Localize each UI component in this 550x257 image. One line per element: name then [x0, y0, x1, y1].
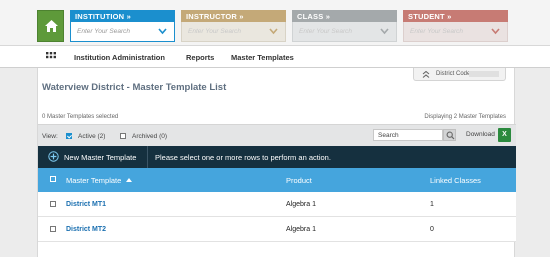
action-message: Please select one or more rows to perfor…: [155, 153, 331, 162]
top-bar: INSTITUTION » Enter Your Search INSTRUCT…: [0, 0, 550, 46]
chevron-down-icon[interactable]: [269, 27, 278, 35]
apps-grid-icon[interactable]: [46, 52, 56, 62]
selected-count: 0 Master Templates selected: [42, 114, 119, 120]
content-panel: District Code: Waterview District - Mast…: [37, 68, 516, 257]
action-divider: [147, 146, 148, 168]
district-code-value: [469, 71, 499, 77]
instructor-placeholder: Enter Your Search: [188, 28, 241, 35]
view-label: View:: [42, 133, 58, 140]
template-name-link[interactable]: District MT1: [66, 201, 106, 208]
nav-master-templates[interactable]: Master Templates: [231, 53, 294, 62]
instructor-label: INSTRUCTOR »: [181, 10, 286, 22]
chevron-down-icon[interactable]: [158, 27, 167, 35]
student-selector[interactable]: STUDENT » Enter Your Search: [403, 10, 508, 42]
row-checkbox[interactable]: [50, 201, 56, 207]
filter-bar: View: Active (2) Archived (0) Search Dow…: [38, 124, 516, 146]
column-header-linked-classes[interactable]: Linked Classes: [430, 176, 481, 185]
search-icon: [446, 131, 455, 140]
linked-classes-cell: 0: [430, 226, 434, 233]
institution-placeholder: Enter Your Search: [77, 28, 130, 35]
active-filter-checkbox[interactable]: [66, 133, 72, 139]
search-placeholder: Search: [378, 132, 399, 139]
student-label: STUDENT »: [403, 10, 508, 22]
main-nav: Institution Administration Reports Maste…: [0, 46, 550, 68]
display-count: Displaying 2 Master Templates: [424, 114, 506, 120]
instructor-selector[interactable]: INSTRUCTOR » Enter Your Search: [181, 10, 286, 42]
row-checkbox[interactable]: [50, 226, 56, 232]
archived-filter-label: Archived (0): [132, 133, 168, 140]
nav-institution-administration[interactable]: Institution Administration: [74, 53, 165, 62]
search-input[interactable]: Search: [373, 129, 443, 141]
institution-search-input[interactable]: Enter Your Search: [70, 22, 175, 42]
search-button[interactable]: [443, 129, 456, 141]
nav-reports[interactable]: Reports: [186, 53, 214, 62]
select-all-checkbox[interactable]: [50, 176, 56, 182]
chevron-down-icon[interactable]: [491, 27, 500, 35]
column-header-master-template[interactable]: Master Template: [66, 176, 121, 185]
class-search-input[interactable]: Enter Your Search: [292, 22, 397, 42]
linked-classes-cell: 1: [430, 201, 434, 208]
district-code-tab[interactable]: District Code:: [413, 68, 506, 81]
column-header-product[interactable]: Product: [286, 176, 312, 185]
institution-label: INSTITUTION »: [70, 10, 175, 22]
class-selector[interactable]: CLASS » Enter Your Search: [292, 10, 397, 42]
template-name-link[interactable]: District MT2: [66, 226, 106, 233]
sort-up-icon[interactable]: [126, 178, 132, 182]
product-cell: Algebra 1: [286, 226, 316, 233]
home-icon: [45, 20, 58, 32]
table-header: Master Template Product Linked Classes: [38, 168, 516, 192]
plus-circle-icon[interactable]: [48, 151, 59, 162]
active-filter-label: Active (2): [78, 133, 106, 140]
excel-icon[interactable]: X: [498, 128, 511, 142]
action-bar: New Master Template Please select one or…: [38, 146, 516, 168]
expand-icon: [422, 71, 430, 78]
archived-filter-checkbox[interactable]: [120, 133, 126, 139]
class-placeholder: Enter Your Search: [299, 28, 352, 35]
chevron-down-icon[interactable]: [380, 27, 389, 35]
product-cell: Algebra 1: [286, 201, 316, 208]
student-placeholder: Enter Your Search: [410, 28, 463, 35]
student-search-input[interactable]: Enter Your Search: [403, 22, 508, 42]
district-code-label: District Code:: [436, 71, 473, 77]
download-label: Download: [466, 131, 495, 138]
home-button[interactable]: [37, 10, 64, 42]
institution-selector[interactable]: INSTITUTION » Enter Your Search: [70, 10, 175, 42]
table-row[interactable]: District MT1 Algebra 1 1: [38, 192, 516, 217]
class-label: CLASS »: [292, 10, 397, 22]
table-row[interactable]: District MT2 Algebra 1 0: [38, 217, 516, 242]
page-title: Waterview District - Master Template Lis…: [42, 82, 227, 93]
instructor-search-input[interactable]: Enter Your Search: [181, 22, 286, 42]
new-master-template-button[interactable]: New Master Template: [64, 153, 136, 162]
